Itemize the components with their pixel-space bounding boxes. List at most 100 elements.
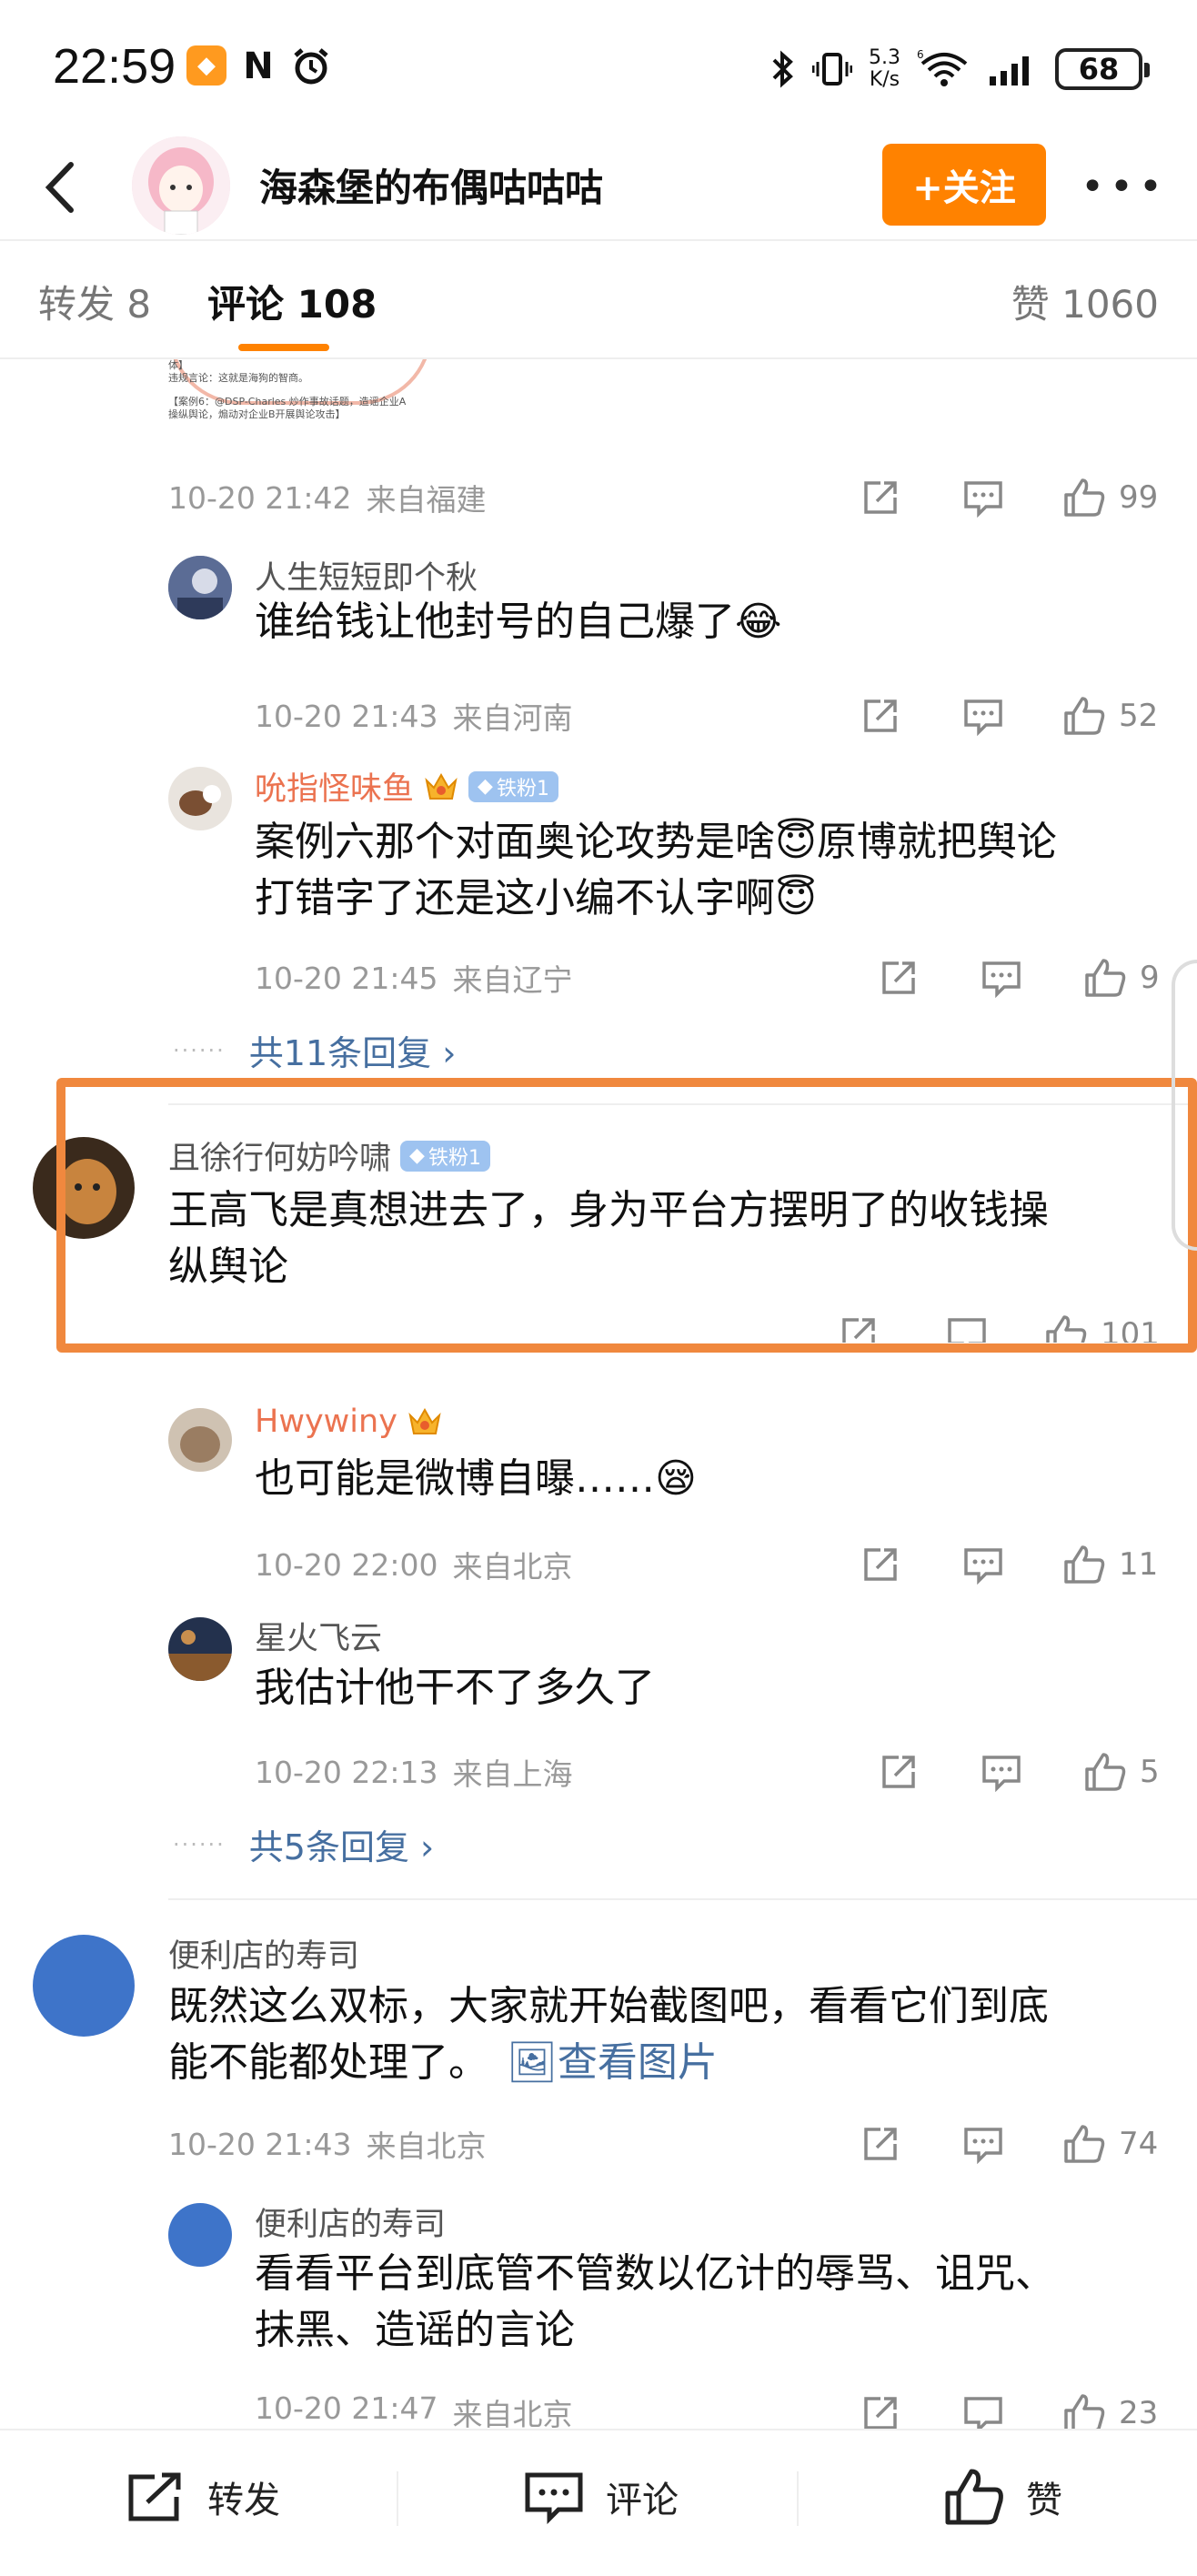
like-count: 11: [1119, 1546, 1159, 1583]
comment-username[interactable]: 便利店的寿司: [168, 1930, 359, 1977]
comment-meta: 10-20 22:00 来自北京: [255, 1542, 572, 1587]
like-button[interactable]: 5: [1083, 1749, 1160, 1795]
tab-active-indicator: [238, 344, 329, 351]
comment-text: 谁给钱让他封号的自己爆了😂: [255, 599, 782, 645]
share-icon[interactable]: [879, 1749, 919, 1795]
comment-meta: 10-20 21:42 来自福建: [168, 475, 486, 520]
like-count: 23: [1119, 2395, 1159, 2429]
comment-meta: 10-20 22:13 来自上海: [255, 1749, 572, 1795]
comment-username[interactable]: 人生短短即个秋: [255, 552, 478, 599]
comment-text-line: 既然这么双标，大家就开始截图吧，看看它们到底: [168, 1983, 1049, 2029]
share-icon[interactable]: [879, 955, 919, 1001]
scroll-handle[interactable]: [1172, 960, 1197, 1251]
fan-badge: ◆ 铁粉1: [468, 770, 558, 802]
share-icon[interactable]: [860, 475, 900, 520]
tab-reposts[interactable]: 转发 8: [38, 274, 151, 329]
share-icon[interactable]: [860, 2390, 900, 2429]
comment-actions: 74: [860, 2121, 1170, 2167]
username-text[interactable]: 便利店的寿司: [168, 1930, 359, 1977]
comment-date: 10-20 21:47: [255, 2390, 438, 2426]
username-text[interactable]: Hwywiny: [255, 1404, 397, 1440]
reply-icon[interactable]: [962, 2121, 1004, 2167]
like-button[interactable]: 11: [1062, 1542, 1158, 1587]
comment-username[interactable]: 星火飞云: [255, 1613, 382, 1659]
user-avatar[interactable]: [168, 767, 232, 830]
more-replies-label[interactable]: 共5条回复 ›: [249, 1819, 434, 1869]
comment-actions: 52: [860, 693, 1170, 739]
comment-actions: 9: [879, 955, 1170, 1001]
like-button[interactable]: 23: [1062, 2390, 1158, 2429]
reply-icon[interactable]: [981, 955, 1022, 1001]
like-post-button[interactable]: 赞: [944, 2456, 1062, 2538]
alarm-icon: [289, 45, 333, 87]
share-icon[interactable]: [860, 1542, 900, 1587]
like-button[interactable]: 52: [1062, 693, 1158, 739]
view-more-replies-link[interactable]: ······ 共11条回复 ›: [173, 1025, 456, 1075]
tab-likes[interactable]: 赞 1060: [1011, 274, 1159, 329]
repost-button[interactable]: 转发: [126, 2456, 280, 2538]
like-button[interactable]: 9: [1083, 955, 1160, 1001]
like-count: 9: [1140, 960, 1160, 996]
user-avatar[interactable]: [33, 1935, 135, 2037]
signal-icon: [990, 56, 1029, 86]
cropped-image-line: 【案例6：@DSP-Charles 炒作事故话题，造谣企业A: [168, 396, 407, 408]
comment-meta: 10-20 21:47 来自北京: [255, 2390, 572, 2429]
app-notification-icon: ◆: [186, 45, 226, 86]
comment-username[interactable]: 吮指怪味鱼 ◆ 铁粉1: [255, 763, 558, 810]
username-text[interactable]: 星火飞云: [255, 1613, 382, 1659]
view-image-link[interactable]: 🖼查看图片: [507, 2039, 718, 2086]
reply-icon[interactable]: [981, 1749, 1022, 1795]
wifi-icon: 6: [917, 49, 968, 86]
comment-location: 来自北京: [452, 2397, 573, 2429]
reply-icon[interactable]: [962, 2390, 1004, 2429]
cropped-comment-image[interactable]: 体】 违规言论：这就是海狗的智商。 【案例6：@DSP-Charles 炒作事故…: [168, 359, 432, 420]
nav-header: 海森堡的布偶咕咕咕 +关注 •••: [0, 132, 1197, 241]
share-icon[interactable]: [860, 693, 900, 739]
more-replies-label[interactable]: 共11条回复 ›: [249, 1025, 457, 1075]
cropped-image-line: 操纵舆论，煽动对企业B开展舆论攻击】: [168, 408, 346, 420]
repost-label[interactable]: 转发: [207, 2470, 280, 2523]
comment-meta: 10-20 21:45 来自辽宁: [255, 955, 572, 1001]
user-avatar[interactable]: [168, 556, 232, 619]
reply-icon[interactable]: [962, 475, 1004, 520]
comment-text-line: 看看平台到底管不管数以亿计的辱骂、诅咒、: [255, 2250, 1055, 2297]
follow-button[interactable]: +关注: [882, 144, 1046, 226]
author-avatar[interactable]: [132, 136, 230, 235]
thumbs-up-icon: [945, 2469, 1003, 2525]
comment-username[interactable]: Hwywiny: [255, 1404, 443, 1440]
back-button[interactable]: [35, 156, 89, 219]
username-text[interactable]: 便利店的寿司: [255, 2199, 446, 2245]
user-avatar[interactable]: [168, 1408, 232, 1472]
author-name[interactable]: 海森堡的布偶咕咕咕: [259, 157, 603, 213]
comment-username[interactable]: 便利店的寿司: [255, 2199, 446, 2245]
username-text[interactable]: 人生短短即个秋: [255, 552, 478, 599]
like-button[interactable]: 74: [1062, 2121, 1158, 2167]
like-label[interactable]: 赞: [1026, 2470, 1062, 2523]
comment-label[interactable]: 评论: [606, 2470, 679, 2523]
comment-meta: 10-20 21:43 来自河南: [255, 693, 572, 739]
cropped-image-line: 违规言论：这就是海狗的智商。: [168, 372, 308, 384]
reply-icon[interactable]: [962, 693, 1004, 739]
user-avatar[interactable]: [168, 2203, 232, 2267]
username-text[interactable]: 吮指怪味鱼: [255, 763, 414, 810]
comment-date: 10-20 21:45: [255, 960, 438, 996]
bluetooth-icon: [772, 50, 793, 88]
comment-date: 10-20 22:13: [255, 1754, 438, 1790]
comment-location: 来自北京: [366, 2128, 487, 2164]
comment-button[interactable]: 评论: [524, 2456, 679, 2538]
share-icon[interactable]: [860, 2121, 900, 2167]
dotted-line: ······: [173, 1037, 226, 1063]
user-avatar[interactable]: [168, 1617, 232, 1681]
comment-location: 来自辽宁: [452, 962, 573, 998]
vip-crown-icon: [425, 772, 458, 800]
view-more-replies-link[interactable]: ······ 共5条回复 ›: [173, 1819, 434, 1869]
comment-date: 10-20 21:43: [168, 2126, 352, 2162]
like-button[interactable]: 99: [1062, 475, 1158, 520]
more-options-button[interactable]: •••: [1081, 159, 1162, 214]
comment-list[interactable]: 体】 违规言论：这就是海狗的智商。 【案例6：@DSP-Charles 炒作事故…: [0, 359, 1197, 2429]
repost-icon: [128, 2472, 181, 2521]
comment-text-segment: 能不能都处理了。: [168, 2039, 488, 2086]
comment-date: 10-20 21:43: [255, 698, 438, 734]
tab-comments[interactable]: 评论 108: [207, 274, 377, 329]
reply-icon[interactable]: [962, 1542, 1004, 1587]
